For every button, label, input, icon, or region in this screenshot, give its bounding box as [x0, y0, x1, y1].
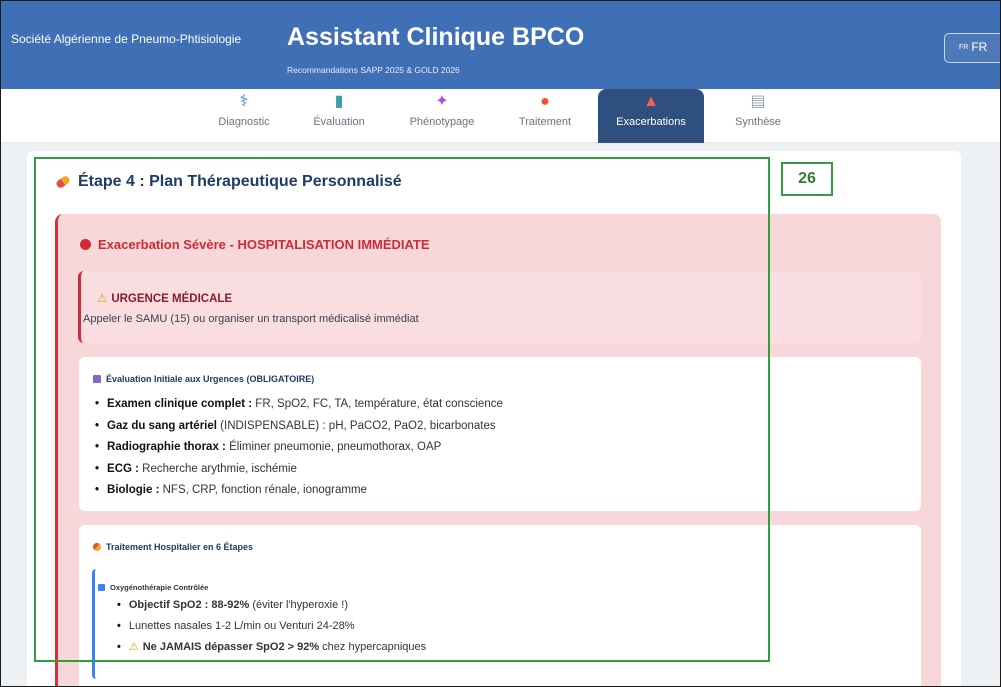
page-subtitle: Recommandations SAPP 2025 & GOLD 2026 — [287, 65, 460, 75]
page-title: Assistant Clinique BPCO — [287, 23, 585, 51]
app-window: Société Algérienne de Pneumo-Phtisiologi… — [0, 0, 1001, 687]
tab-traitement[interactable]: ● Traitement — [501, 89, 589, 143]
right-gutter — [961, 143, 1000, 686]
pill-icon: ● — [540, 93, 550, 110]
app-header: Société Algérienne de Pneumo-Phtisiologi… — [1, 1, 1000, 89]
tab-label: Synthèse — [735, 116, 781, 128]
tab-diagnostic[interactable]: ⚕ Diagnostic — [198, 89, 290, 143]
siren-icon: ▲ — [643, 93, 659, 110]
flag-icon: FR — [959, 44, 969, 52]
tab-label: Traitement — [518, 116, 572, 128]
clipboard-icon: ▤ — [750, 93, 766, 110]
language-button[interactable]: FR FR — [944, 33, 1000, 63]
tab-exacerbations[interactable]: ▲ Exacerbations — [598, 89, 704, 143]
tab-label: Diagnostic — [218, 116, 270, 128]
tab-phenotypage[interactable]: ✦ Phénotypage — [391, 89, 493, 143]
tab-evaluation[interactable]: ▮ Évaluation — [293, 89, 385, 143]
tab-label: Exacerbations — [616, 116, 686, 128]
annotation-badge: 26 — [781, 162, 833, 196]
tab-synthese[interactable]: ▤ Synthèse — [714, 89, 802, 143]
tab-label: Évaluation — [313, 116, 365, 128]
tab-bar: ⚕ Diagnostic ▮ Évaluation ✦ Phénotypage … — [1, 89, 1000, 143]
organization-name: Société Algérienne de Pneumo-Phtisiologi… — [11, 32, 242, 46]
dna-icon: ✦ — [435, 93, 449, 110]
stethoscope-icon: ⚕ — [239, 93, 249, 110]
annotation-highlight-box — [34, 157, 770, 662]
language-label: FR — [971, 40, 988, 54]
bar-chart-icon: ▮ — [334, 93, 344, 110]
tab-label: Phénotypage — [409, 116, 475, 128]
